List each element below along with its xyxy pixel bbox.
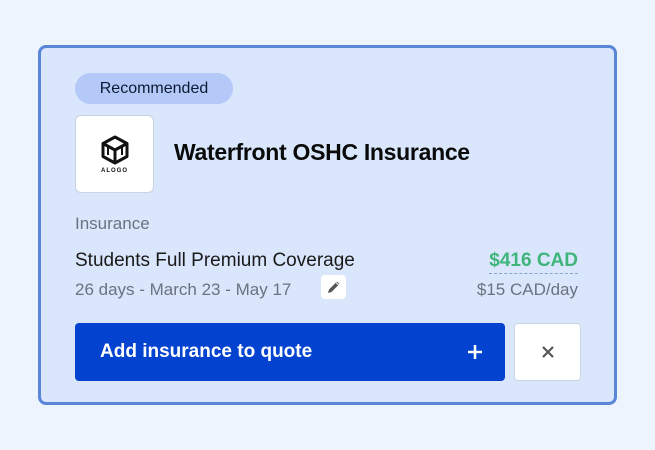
close-icon <box>541 346 554 358</box>
add-insurance-button[interactable]: Add insurance to quote <box>75 323 505 381</box>
plan-name: Students Full Premium Coverage <box>75 250 355 271</box>
price-per-day: $15 CAD/day <box>476 280 578 299</box>
product-title: Waterfront OSHC Insurance <box>174 139 470 165</box>
add-insurance-label: Add insurance to quote <box>100 341 313 362</box>
product-category: Insurance <box>75 214 150 233</box>
alogo-cube-icon <box>101 135 128 164</box>
dismiss-button[interactable] <box>514 323 581 381</box>
insurance-card: Recommended ALOGO Waterfront OSHC Insura… <box>38 45 617 405</box>
logo-wordmark: ALOGO <box>101 167 128 174</box>
pencil-icon <box>327 281 339 293</box>
coverage-dates: 26 days - March 23 - May 17 <box>75 280 292 299</box>
company-logo: ALOGO <box>75 115 154 193</box>
plus-icon <box>468 345 482 359</box>
recommended-badge: Recommended <box>75 73 233 104</box>
total-price: $416 CAD <box>489 250 578 274</box>
edit-dates-button[interactable] <box>321 275 346 299</box>
